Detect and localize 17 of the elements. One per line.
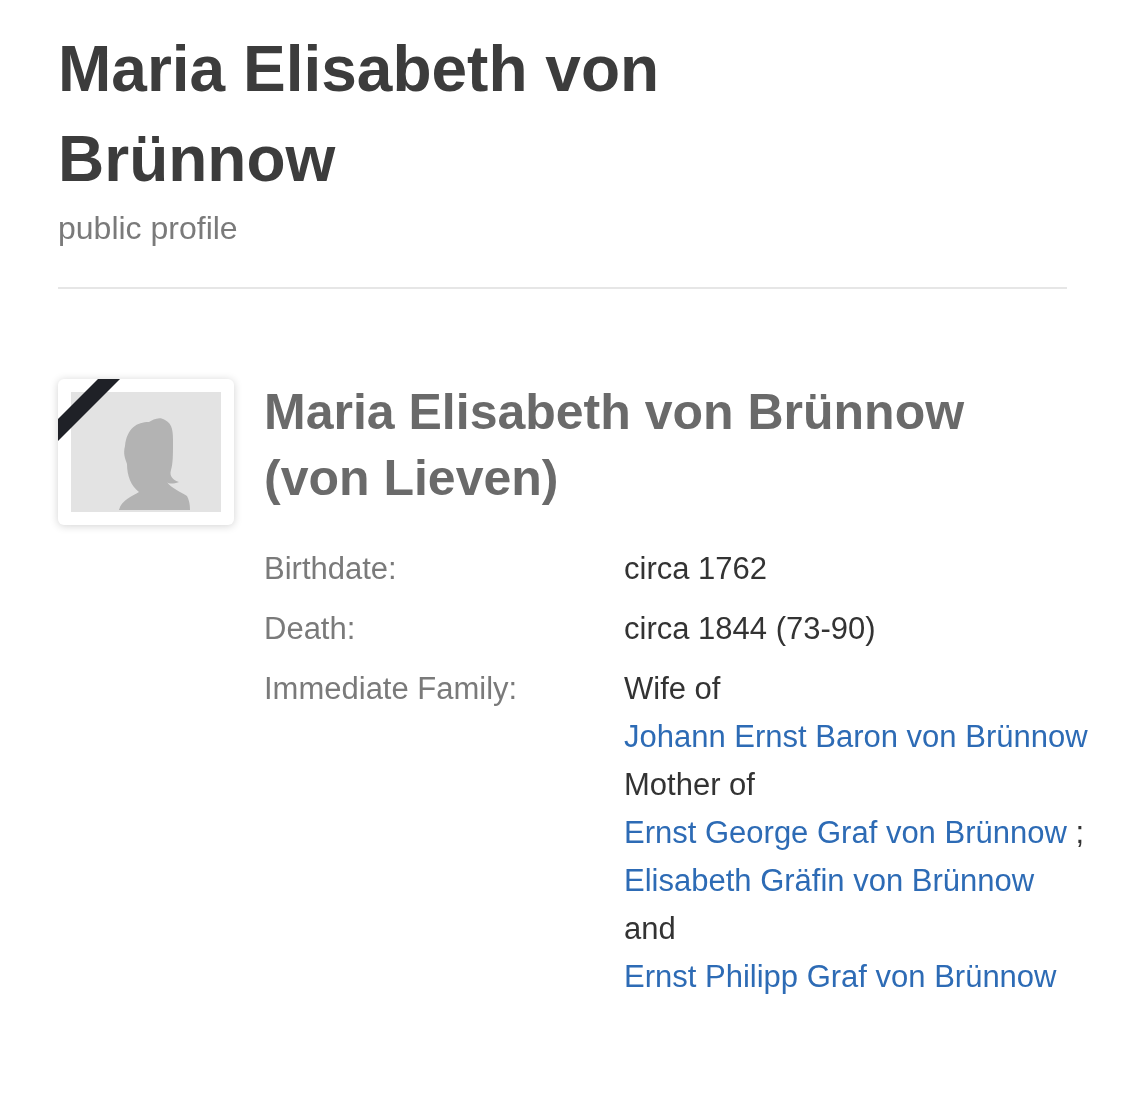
fact-label: Birthdate: [264,550,398,588]
fact-value: circa 1844 (73-90) [624,610,877,648]
relation-text: Mother of [624,767,755,802]
relative-link[interactable]: Johann Ernst Baron von Brünnow [624,719,1088,754]
profile-name: Maria Elisabeth von Brünnow (von Lieven) [264,383,966,508]
fact-value: circa 1762 [624,550,769,588]
relative-link[interactable]: Ernst Philipp Graf von Brünnow [624,959,1057,994]
relative-link[interactable]: Ernst George Graf von Brünnow [624,815,1067,850]
fact-label: Immediate Family: [264,670,519,708]
fact-label: Death: [264,610,357,648]
avatar-silhouette-icon [71,392,221,512]
relation-text: Wife of [624,671,721,706]
relation-text: and [624,911,676,946]
page-subtitle: public profile [58,210,239,247]
relation-text: ; [1075,815,1085,850]
page-title: Maria Elisabeth von Brünnow [58,32,661,197]
relative-link[interactable]: Elisabeth Gräfin von Brünnow [624,863,1035,898]
